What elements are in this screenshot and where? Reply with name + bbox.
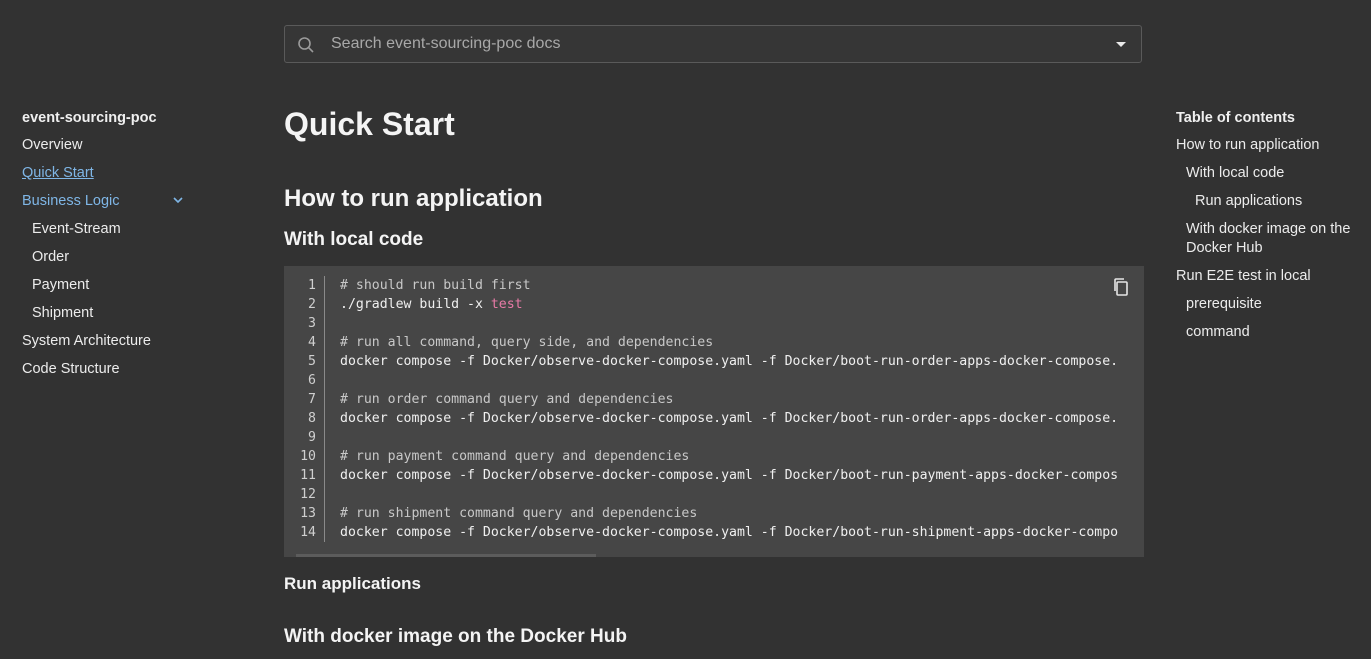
horizontal-scrollbar[interactable] [296, 554, 596, 557]
code-line: 8 docker compose -f Docker/observe-docker… [284, 409, 1144, 428]
line-number: 11 [300, 468, 316, 483]
line-number: 9 [308, 430, 316, 445]
line-number: 8 [308, 411, 316, 426]
code-text: # run all command, query side, and depen… [340, 335, 714, 350]
line-number: 7 [308, 392, 316, 407]
code-line: 10 # run payment command query and depend… [284, 447, 1144, 466]
site-title[interactable]: event-sourcing-poc [22, 108, 222, 128]
heading-with-local-code: With local code [284, 229, 424, 250]
code-text: # run payment command query and dependen… [340, 449, 690, 464]
code-text: docker compose -f Docker/observe-docker-… [340, 468, 1119, 483]
code-line: 6 [284, 371, 1144, 390]
line-number: 5 [308, 354, 316, 369]
sidebar-item-payment[interactable]: Payment [22, 276, 222, 304]
line-number: 2 [308, 297, 316, 312]
code-line: 7 # run order command query and dependenc… [284, 390, 1144, 409]
page-title: Quick Start [284, 106, 455, 142]
search-input[interactable] [331, 26, 1091, 62]
heading-how-to-run: How to run application [284, 185, 543, 212]
code-line: 1 # should run build first [284, 276, 1144, 295]
toc-item-run-e2e-test[interactable]: Run E2E test in local [1176, 267, 1356, 286]
toc-title: Table of contents [1176, 110, 1295, 126]
code-text: docker compose -f Docker/observe-docker-… [340, 411, 1119, 426]
sidebar-item-business-logic[interactable]: Business Logic [22, 192, 222, 220]
sidebar-item-event-stream[interactable]: Event-Stream [22, 220, 222, 248]
toc-item-how-to-run[interactable]: How to run application [1176, 136, 1356, 155]
sidebar-item-quick-start[interactable]: Quick Start [22, 164, 222, 192]
toc-item-prerequisite[interactable]: prerequisite [1176, 295, 1356, 314]
code-text: # run shipment command query and depende… [340, 506, 698, 521]
code-keyword: test [490, 297, 523, 312]
code-text: docker compose -f Docker/observe-docker-… [340, 354, 1119, 369]
line-number: 12 [300, 487, 316, 502]
code-line: 3 [284, 314, 1144, 333]
line-number: 6 [308, 373, 316, 388]
code-text: # run order command query and dependenci… [340, 392, 674, 407]
line-number: 14 [300, 525, 316, 540]
sidebar-item-overview[interactable]: Overview [22, 136, 222, 164]
toc-item-command[interactable]: command [1176, 323, 1356, 342]
sidebar-item-shipment[interactable]: Shipment [22, 304, 222, 332]
code-line: 2 ./gradlew build -x test [284, 295, 1144, 314]
toc-item-with-local-code[interactable]: With local code [1176, 164, 1356, 183]
toc-item-with-docker-image[interactable]: With docker image on the Docker Hub [1176, 220, 1356, 258]
code-line: 13 # run shipment command query and depen… [284, 504, 1144, 523]
code-line: 12 [284, 485, 1144, 504]
sidebar-item-label: Business Logic [22, 193, 120, 209]
code-text: ./gradlew build -x test [340, 295, 523, 314]
code-text: # should run build first [340, 278, 531, 293]
line-number: 1 [308, 278, 316, 293]
line-number: 3 [308, 316, 316, 331]
table-of-contents: Table of contents How to run application… [1176, 108, 1356, 351]
sidebar-item-order[interactable]: Order [22, 248, 222, 276]
docs-page: event-sourcing-poc Overview Quick Start … [0, 0, 1371, 659]
caret-down-icon[interactable] [1116, 42, 1126, 47]
heading-with-docker-image: With docker image on the Docker Hub [284, 626, 627, 647]
sidebar-item-code-structure[interactable]: Code Structure [22, 360, 222, 388]
line-number: 4 [308, 335, 316, 350]
line-number: 13 [300, 506, 316, 521]
code-line: 14 docker compose -f Docker/observe-docke… [284, 523, 1144, 542]
code-text: docker compose -f Docker/observe-docker-… [340, 525, 1119, 540]
chevron-down-icon[interactable] [172, 194, 184, 206]
code-line: 5 docker compose -f Docker/observe-docker… [284, 352, 1144, 371]
heading-run-applications: Run applications [284, 574, 421, 593]
sidebar-nav: event-sourcing-poc Overview Quick Start … [22, 108, 222, 388]
search-bar[interactable] [284, 25, 1142, 63]
code-token: ./gradlew build -x [340, 297, 491, 312]
code-block[interactable]: 1 # should run build first 2 ./gradlew buil… [284, 266, 1144, 557]
line-number: 10 [300, 449, 316, 464]
code-line: 9 [284, 428, 1144, 447]
sidebar-item-system-architecture[interactable]: System Architecture [22, 332, 222, 360]
code-line: 11 docker compose -f Docker/observe-docke… [284, 466, 1144, 485]
code-lines: 1 # should run build first 2 ./gradlew buil… [284, 276, 1144, 542]
search-icon [298, 37, 314, 53]
copy-icon[interactable] [1112, 277, 1130, 297]
toc-item-run-applications[interactable]: Run applications [1176, 192, 1356, 211]
code-line: 4 # run all command, query side, and depe… [284, 333, 1144, 352]
